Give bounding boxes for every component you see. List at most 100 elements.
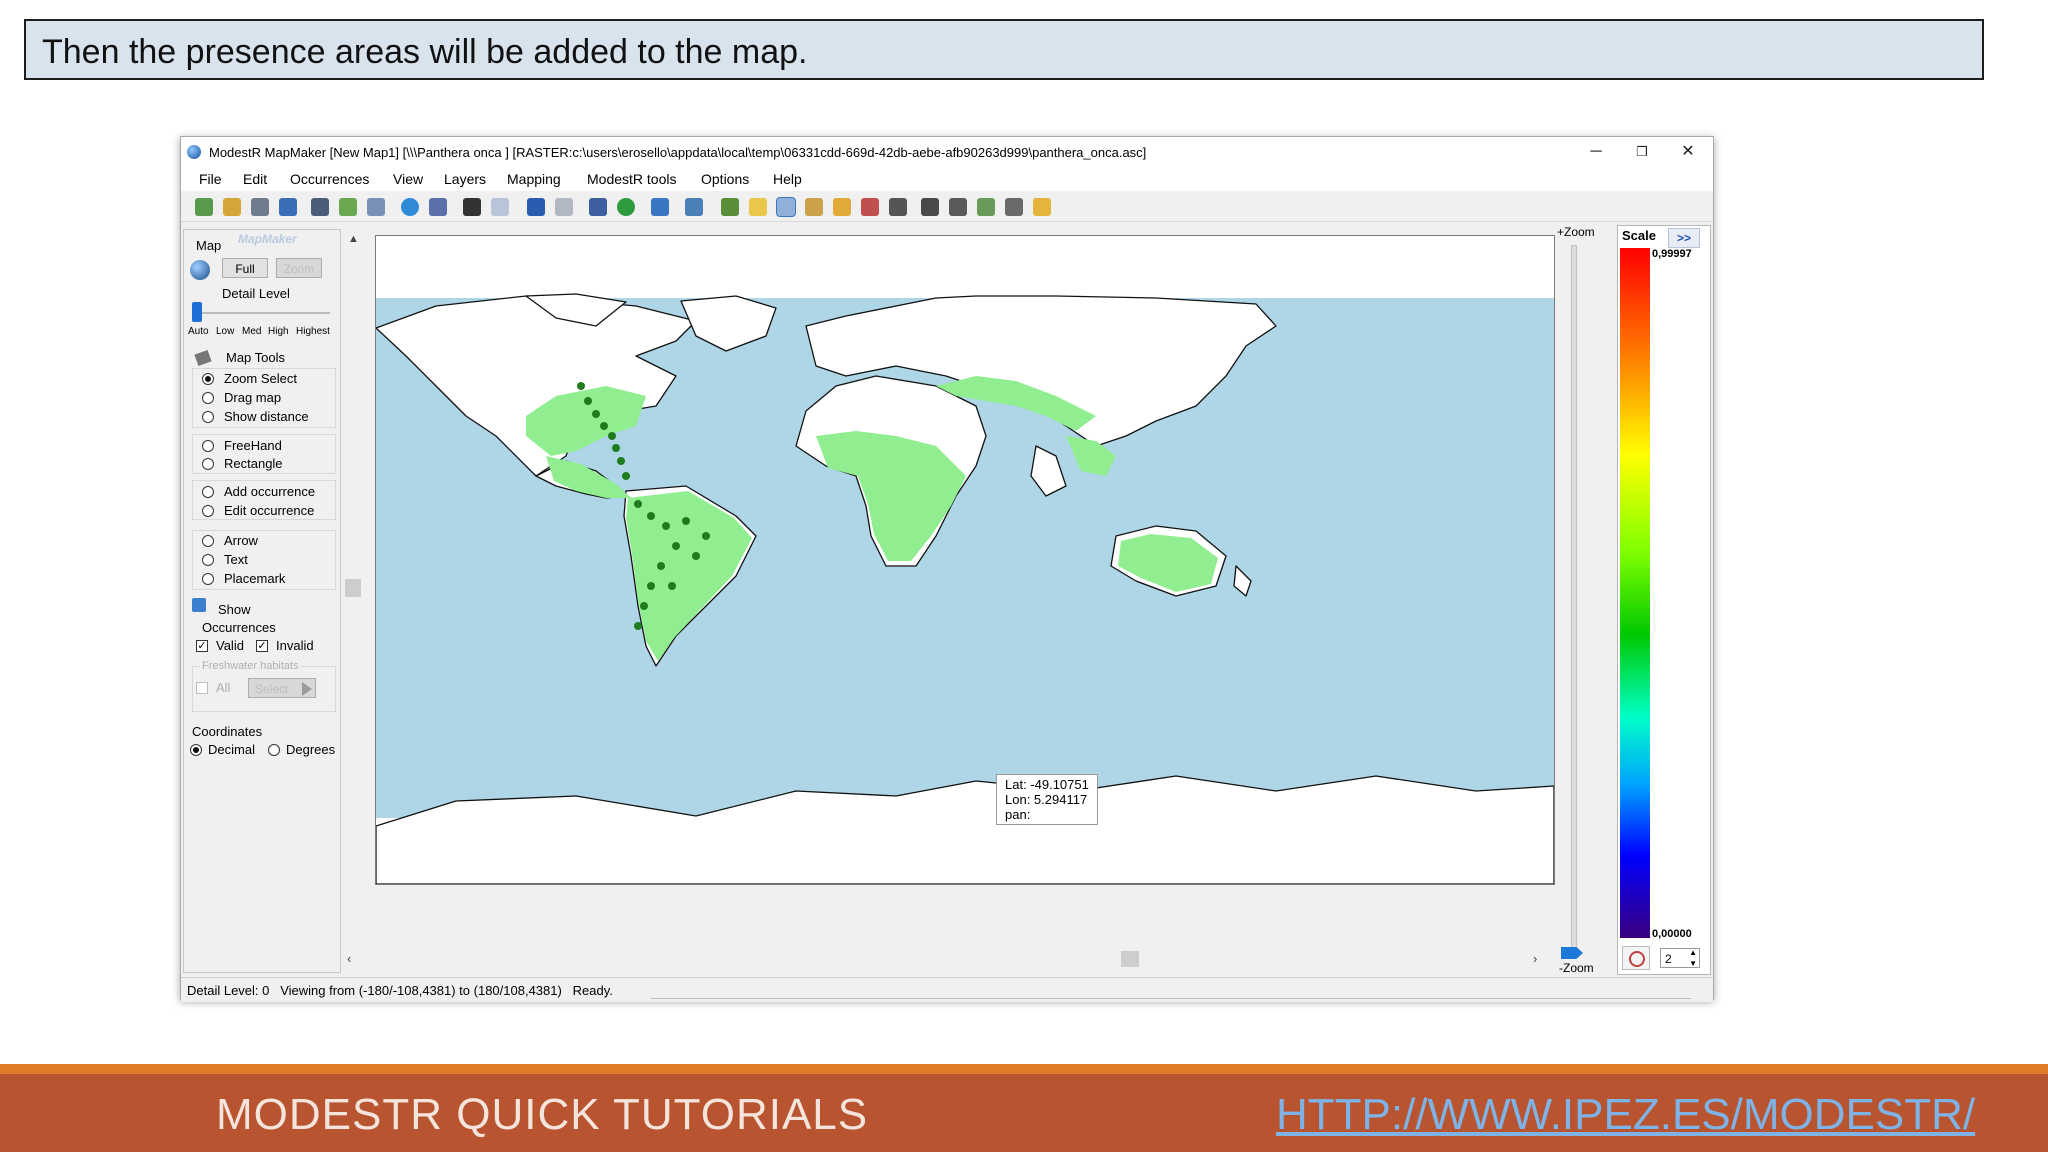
- filter-icon[interactable]: [721, 198, 739, 216]
- species-icon[interactable]: [589, 198, 607, 216]
- status-divider: [651, 998, 1691, 999]
- map-tools-label: Map Tools: [226, 350, 286, 365]
- tool-icon[interactable]: [749, 198, 767, 216]
- open-icon[interactable]: [223, 198, 241, 216]
- chart-icon[interactable]: [921, 198, 939, 216]
- camera-icon[interactable]: [463, 198, 481, 216]
- placemark-radio[interactable]: [202, 573, 214, 585]
- close-button[interactable]: ✕: [1665, 137, 1711, 167]
- menu-modestr-tools[interactable]: ModestR tools: [587, 171, 676, 187]
- map-icon[interactable]: [977, 198, 995, 216]
- zoom-track[interactable]: [1571, 245, 1577, 953]
- raster-icon[interactable]: [805, 198, 823, 216]
- new-icon[interactable]: [195, 198, 213, 216]
- map-frame[interactable]: Lat: -49.10751 Lon: 5.294117 pan:: [375, 235, 1555, 885]
- print-icon[interactable]: [339, 198, 357, 216]
- image-icon[interactable]: [491, 198, 509, 216]
- text-radio[interactable]: [202, 554, 214, 566]
- world-map[interactable]: [376, 236, 1554, 884]
- all-label: All: [216, 680, 231, 695]
- tooltip-pan: pan:: [1005, 807, 1031, 822]
- occurrence-point: [612, 444, 620, 452]
- redo-icon[interactable]: [555, 198, 573, 216]
- palette-button[interactable]: [1622, 946, 1650, 970]
- palette-icon: [1629, 951, 1645, 967]
- hscroll-thumb[interactable]: [1121, 951, 1139, 967]
- edit-occurrence-radio[interactable]: [202, 505, 214, 517]
- mapmaker-logo: MapMaker: [238, 232, 297, 246]
- brush-icon[interactable]: [833, 198, 851, 216]
- layers-icon[interactable]: [367, 198, 385, 216]
- freehand-label: FreeHand: [224, 438, 282, 453]
- detail-tick-auto: Auto: [188, 326, 209, 337]
- all-checkbox[interactable]: [196, 682, 208, 694]
- rectangle-radio[interactable]: [202, 458, 214, 470]
- edit-occurrence-label: Edit occurrence: [224, 503, 315, 518]
- show-distance-radio[interactable]: [202, 411, 214, 423]
- caption-text: Then the presence areas will be added to…: [42, 33, 808, 71]
- occurrence-point: [672, 542, 680, 550]
- folder-icon[interactable]: [1033, 198, 1051, 216]
- edit-icon[interactable]: [429, 198, 447, 216]
- left-panel-scrollbar[interactable]: ▲ ▼: [343, 229, 363, 973]
- pin-icon[interactable]: [889, 198, 907, 216]
- drag-map-label: Drag map: [224, 390, 282, 405]
- add-occurrence-radio[interactable]: [202, 486, 214, 498]
- refresh-icon[interactable]: [651, 198, 669, 216]
- window-title: ModestR MapMaker [New Map1] [\\\Panthera…: [209, 145, 1147, 160]
- zoom-column: +Zoom -Zoom: [1555, 225, 1601, 975]
- menu-occurrences[interactable]: Occurrences: [290, 171, 369, 187]
- valid-checkbox[interactable]: ✓: [196, 640, 208, 652]
- scale-spinner[interactable]: 2 ▲ ▼: [1660, 948, 1700, 968]
- minimize-button[interactable]: ─: [1573, 137, 1619, 167]
- menu-mapping[interactable]: Mapping: [507, 171, 561, 187]
- save-icon[interactable]: [311, 198, 329, 216]
- spinner-arrows-icon[interactable]: ▲ ▼: [1689, 947, 1697, 969]
- occurrence-point: [600, 422, 608, 430]
- scroll-up-arrow[interactable]: ▲: [348, 233, 359, 245]
- world-icon[interactable]: [617, 198, 635, 216]
- zoom-select-radio[interactable]: [202, 373, 214, 385]
- menu-help[interactable]: Help: [773, 171, 802, 187]
- scroll-thumb[interactable]: [345, 579, 361, 597]
- scale-expand-button[interactable]: >>: [1668, 228, 1700, 248]
- menu-layers[interactable]: Layers: [444, 171, 486, 187]
- map-horizontal-scrollbar[interactable]: ‹ ›: [343, 949, 1551, 969]
- arrow-radio[interactable]: [202, 535, 214, 547]
- measure-icon[interactable]: [949, 198, 967, 216]
- arrow-label: Arrow: [224, 533, 258, 548]
- restore-button[interactable]: ❐: [1619, 137, 1665, 167]
- full-button[interactable]: Full: [222, 258, 268, 278]
- grid-icon[interactable]: [685, 198, 703, 216]
- zoom-button[interactable]: Zoom: [276, 258, 322, 278]
- menu-options[interactable]: Options: [701, 171, 749, 187]
- drag-map-radio[interactable]: [202, 392, 214, 404]
- invalid-checkbox[interactable]: ✓: [256, 640, 268, 652]
- undo-icon[interactable]: [527, 198, 545, 216]
- menu-edit[interactable]: Edit: [243, 171, 267, 187]
- menu-bar: File Edit Occurrences View Layers Mappin…: [181, 167, 1713, 191]
- app-globe-icon: [187, 145, 201, 159]
- anchor-icon[interactable]: [1005, 198, 1023, 216]
- scroll-right-arrow[interactable]: ›: [1533, 951, 1537, 966]
- occurrence-point: [682, 517, 690, 525]
- menu-view[interactable]: View: [393, 171, 423, 187]
- zoom-thumb[interactable]: [1561, 947, 1583, 959]
- select-icon[interactable]: [776, 197, 796, 217]
- occurrence-point: [702, 532, 710, 540]
- decimal-radio[interactable]: [190, 744, 202, 756]
- scroll-left-arrow[interactable]: ‹: [347, 951, 351, 966]
- freehand-radio[interactable]: [202, 440, 214, 452]
- scale-max-label: 0,99997: [1652, 248, 1692, 260]
- scale-panel: Scale >> 0,99997 0,00000 2 ▲ ▼: [1617, 225, 1711, 975]
- axis-icon[interactable]: [861, 198, 879, 216]
- occurrence-point: [692, 552, 700, 560]
- globe-icon[interactable]: [401, 198, 419, 216]
- import-icon[interactable]: [251, 198, 269, 216]
- footer-link[interactable]: HTTP://WWW.IPEZ.ES/MODESTR/: [1276, 1090, 1975, 1140]
- menu-file[interactable]: File: [199, 171, 222, 187]
- detail-slider-thumb[interactable]: [192, 302, 202, 322]
- export-icon[interactable]: [279, 198, 297, 216]
- placemark-label: Placemark: [224, 571, 286, 586]
- degrees-radio[interactable]: [268, 744, 280, 756]
